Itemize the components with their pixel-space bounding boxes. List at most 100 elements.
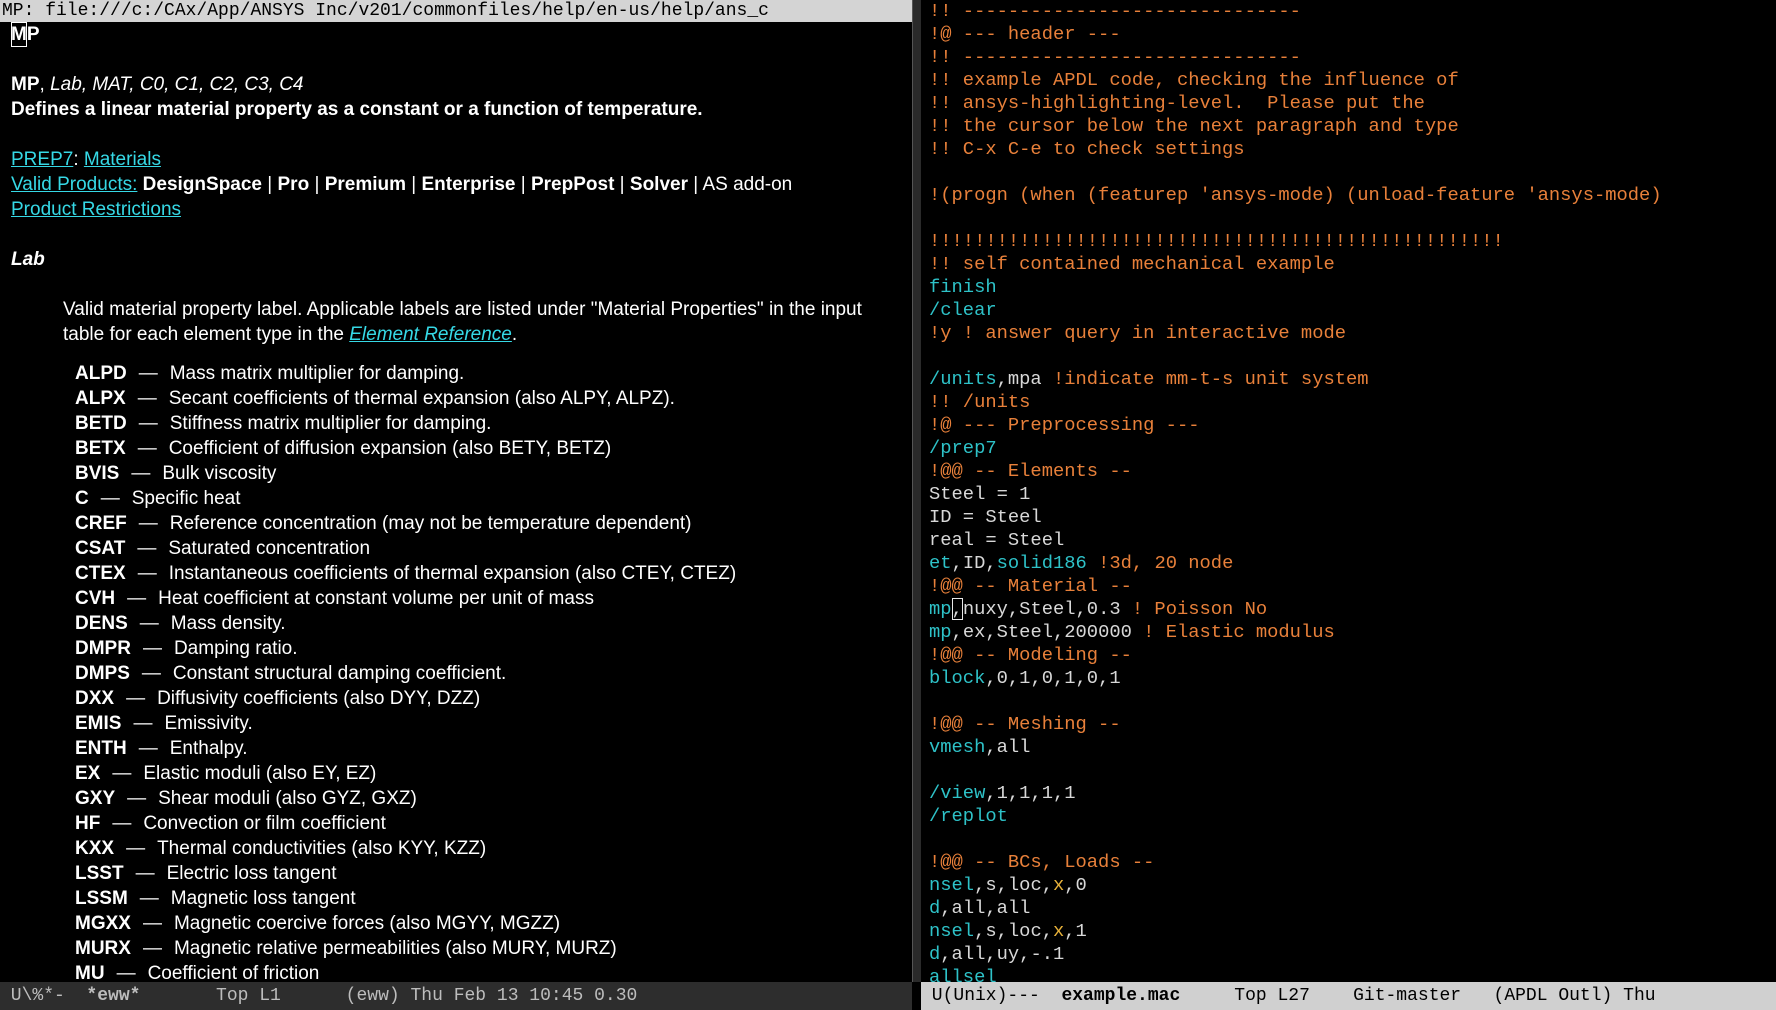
label-code: CTEX [75,563,126,584]
code-line: !! ------------------------------ [929,46,1301,68]
label-row: CREF — Reference concentration (may not be… [75,511,906,536]
code-line: mp,nuxy,Steel,0.3 ! Poisson No [929,598,1268,620]
code-line: !@@ -- Modeling -- [929,644,1132,666]
code-line: /units,mpa !indicate mm-t-s unit system [929,368,1369,390]
mode-line-buffer-name[interactable]: *eww* [86,986,140,1006]
label-dash: — [127,788,147,809]
valid-products-line: Valid Products: DesignSpace | Pro | Prem… [11,174,793,195]
product-solver: Solver [629,174,688,195]
prep7-link[interactable]: PREP7 [11,149,73,170]
mode-line-status: U\%*- [0,986,87,1006]
label-code: ALPX [75,388,126,409]
label-dash: — [131,463,151,484]
apdl-editor-pane[interactable]: !! ------------------------------ !@ --- … [921,0,1776,982]
label-row: ALPX — Secant coefficients of thermal expa… [75,386,906,411]
code-line: vmesh,all [929,736,1031,758]
label-row: CTEX — Instantaneous coefficients of therm… [75,561,906,586]
code-line: !@@ -- Meshing -- [929,713,1121,735]
mode-line-info: Top L1 (eww) Thu Feb 13 10:45 0.30 [140,986,638,1006]
label-row: EX — Elastic moduli (also EY, EZ) [75,761,906,786]
command-signature: MP, Lab, MAT, C0, C1, C2, C3, C4 [11,74,304,95]
label-dash: — [137,563,157,584]
label-desc: Elastic moduli (also EY, EZ) [143,763,377,784]
valid-products-link[interactable]: Valid Products: [11,174,137,195]
label-code: EMIS [75,713,122,734]
point-cursor: M [11,22,27,47]
label-row: MGXX — Magnetic coercive forces (also MGYY… [75,911,906,936]
code-line: /replot [929,805,1008,827]
mode-line-status: U(Unix)--- [921,986,1062,1006]
code-line: block,0,1,0,1,0,1 [929,667,1121,689]
label-dash: — [112,763,132,784]
label-row: BETX — Coefficient of diffusion expansion … [75,436,906,461]
label-desc: Mass density. [170,613,286,634]
label-desc: Coefficient of diffusion expansion (also… [168,438,612,459]
signature-args: Lab, MAT, C0, C1, C2, C3, C4 [50,74,304,95]
label-dash: — [138,738,158,759]
label-dash: — [133,713,153,734]
label-code: BETD [75,413,127,434]
label-desc: Magnetic coercive forces (also MGYY, MGZ… [173,913,561,934]
label-dash: — [137,388,157,409]
code-line: !! example APDL code, checking the influ… [929,69,1459,91]
code-line: !y ! answer query in interactive mode [929,322,1347,344]
eww-help-pane[interactable]: MP: file:///c:/CAx/App/ANSYS Inc/v201/co… [0,0,912,982]
label-dash: — [112,813,132,834]
label-row: DMPS — Constant structural damping coeffic… [75,661,906,686]
label-code: C [75,488,89,509]
product-restrictions-link[interactable]: Product Restrictions [11,199,181,220]
code-line: !! self contained mechanical example [929,253,1335,275]
label-row: C — Specific heat [75,486,906,511]
label-dash: — [137,538,157,559]
label-desc: Diffusivity coefficients (also DYY, DZZ) [157,688,481,709]
label-code: CVH [75,588,116,609]
label-code: ALPD [75,363,127,384]
label-desc: Instantaneous coefficients of thermal ex… [168,563,737,584]
label-code: MU [75,963,105,982]
label-dash: — [126,838,146,859]
code-line: d,all,uy,-.1 [929,943,1065,965]
label-row: LSST — Electric loss tangent [75,861,906,886]
breadcrumb: PREP7: Materials [11,149,161,170]
label-dash: — [135,863,155,884]
label-code: DXX [75,688,115,709]
code-line: !@@ -- Material -- [929,575,1132,597]
code-line: /clear [929,299,997,321]
label-dash: — [126,688,146,709]
command-summary: Defines a linear material property as a … [11,99,703,120]
mode-line-buffer-name[interactable]: example.mac [1061,986,1180,1006]
label-row: BVIS — Bulk viscosity [75,461,906,486]
label-row: MU — Coefficient of friction [75,961,906,982]
label-desc: Stiffness matrix multiplier for damping. [169,413,492,434]
label-row: ENTH — Enthalpy. [75,736,906,761]
code-line: allsel [929,966,997,982]
help-document: MP MP, Lab, MAT, C0, C1, C2, C3, C4 Defi… [11,22,906,982]
product-pro: Pro [277,174,310,195]
label-dash: — [142,913,162,934]
mode-line-eww: U\%*- *eww* Top L1 (eww) Thu Feb 13 10:4… [0,982,912,1010]
label-desc: Shear moduli (also GYZ, GXZ) [158,788,417,809]
label-row: KXX — Thermal conductivities (also KYY, KZ… [75,836,906,861]
signature-command: MP [11,74,40,95]
label-row: DXX — Diffusivity coefficients (also DYY, … [75,686,906,711]
label-code: ENTH [75,738,127,759]
label-row: CSAT — Saturated concentration [75,536,906,561]
code-line: Steel = 1 [929,483,1031,505]
materials-link[interactable]: Materials [84,149,161,170]
label-desc: Bulk viscosity [162,463,277,484]
mode-line-editor: U(Unix)--- example.mac Top L27 Git-maste… [921,982,1776,1010]
text-cursor: , [951,598,963,620]
label-code: KXX [75,838,115,859]
code-buffer[interactable]: !! ------------------------------ !@ --- … [929,0,1662,982]
product-enterprise: Enterprise [421,174,516,195]
code-line: !(progn (when (featurep 'ansys-mode) (un… [929,184,1662,206]
element-reference-link[interactable]: Element Reference [349,324,512,345]
code-line: /view,1,1,1,1 [929,782,1076,804]
product-preppost: PrepPost [530,174,615,195]
label-desc: Electric loss tangent [166,863,337,884]
label-dash: — [116,963,136,982]
code-line: finish [929,276,997,298]
label-code: CREF [75,513,127,534]
